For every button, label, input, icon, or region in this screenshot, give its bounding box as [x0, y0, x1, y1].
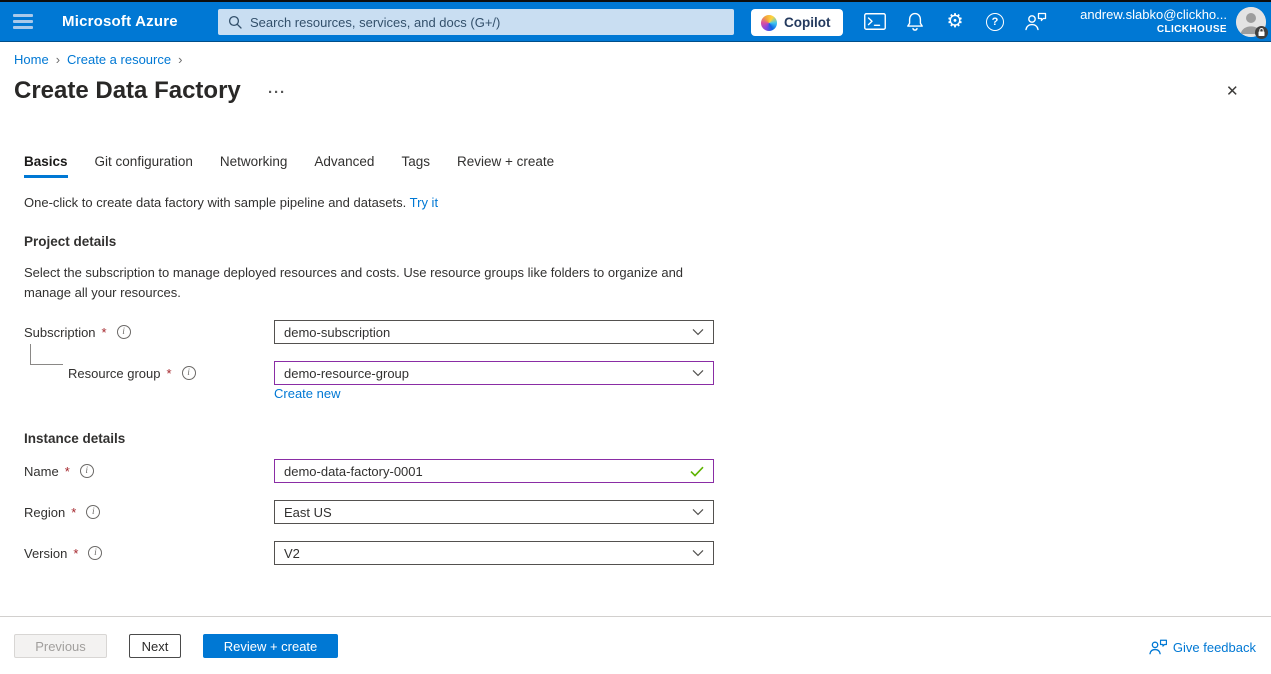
required-marker: *	[167, 366, 172, 381]
tab-git-configuration[interactable]: Git configuration	[95, 154, 193, 178]
breadcrumb-home[interactable]: Home	[14, 52, 49, 67]
resource-group-label: Resource group*	[68, 361, 196, 385]
info-icon[interactable]	[182, 366, 196, 380]
account-info[interactable]: andrew.slabko@clickho... CLICKHOUSE	[1080, 6, 1227, 36]
lock-icon	[1255, 26, 1268, 39]
copilot-label: Copilot	[784, 15, 831, 30]
give-feedback-link[interactable]: Give feedback	[1148, 639, 1256, 655]
copilot-icon	[761, 15, 777, 31]
tab-basics[interactable]: Basics	[24, 154, 68, 178]
azure-portal-window: Microsoft Azure Copilot	[0, 0, 1271, 674]
info-icon[interactable]	[86, 505, 100, 519]
breadcrumb-create-a-resource[interactable]: Create a resource	[67, 52, 171, 67]
copilot-button[interactable]: Copilot	[751, 9, 843, 36]
tab-review-create[interactable]: Review + create	[457, 154, 554, 178]
resource-group-dropdown[interactable]: demo-resource-group	[274, 361, 714, 385]
info-icon[interactable]	[117, 325, 131, 339]
chevron-down-icon	[692, 369, 704, 377]
instance-details-heading: Instance details	[24, 431, 125, 446]
chevron-right-icon	[178, 52, 182, 67]
account-email: andrew.slabko@clickho...	[1080, 6, 1227, 23]
required-marker: *	[102, 325, 107, 340]
version-label: Version*	[24, 541, 102, 565]
chevron-right-icon	[56, 52, 60, 67]
top-bar: Microsoft Azure Copilot	[0, 0, 1271, 42]
name-label: Name*	[24, 459, 94, 483]
more-options-icon[interactable]	[268, 84, 286, 101]
close-icon[interactable]	[1226, 82, 1239, 100]
feedback-icon[interactable]	[1015, 2, 1055, 41]
tab-tags[interactable]: Tags	[401, 154, 430, 178]
notice-text: One-click to create data factory with sa…	[24, 195, 406, 210]
try-it-link[interactable]: Try it	[410, 195, 438, 210]
project-details-heading: Project details	[24, 234, 116, 249]
breadcrumb: Home Create a resource	[14, 52, 182, 67]
required-marker: *	[73, 546, 78, 561]
search-input[interactable]	[250, 15, 724, 30]
required-marker: *	[65, 464, 70, 479]
create-new-link[interactable]: Create new	[274, 386, 340, 401]
give-feedback-label: Give feedback	[1173, 640, 1256, 655]
global-search[interactable]	[218, 9, 734, 35]
region-dropdown[interactable]: East US	[274, 500, 714, 524]
tab-bar: Basics Git configuration Networking Adva…	[24, 154, 554, 178]
brand-title[interactable]: Microsoft Azure	[62, 2, 178, 41]
next-button[interactable]: Next	[129, 634, 181, 658]
help-icon[interactable]	[975, 2, 1015, 41]
field-connector-line	[30, 344, 63, 365]
account-directory: CLICKHOUSE	[1080, 23, 1227, 36]
top-bar-icons: ⚙	[855, 2, 1055, 41]
wizard-footer: Previous Next Review + create Give feedb…	[0, 616, 1271, 674]
tab-networking[interactable]: Networking	[220, 154, 288, 178]
subscription-dropdown[interactable]: demo-subscription	[274, 320, 714, 344]
required-marker: *	[71, 505, 76, 520]
chevron-down-icon	[692, 328, 704, 336]
subscription-label: Subscription*	[24, 320, 131, 344]
project-details-description: Select the subscription to manage deploy…	[24, 263, 684, 302]
menu-icon[interactable]	[0, 2, 46, 41]
name-input[interactable]: demo-data-factory-0001	[274, 459, 714, 483]
settings-icon[interactable]: ⚙	[935, 2, 975, 41]
one-click-notice: One-click to create data factory with sa…	[24, 195, 438, 210]
info-icon[interactable]	[80, 464, 94, 478]
search-icon	[228, 15, 242, 29]
version-dropdown[interactable]: V2	[274, 541, 714, 565]
valid-check-icon	[690, 466, 704, 477]
notifications-icon[interactable]	[895, 2, 935, 41]
avatar[interactable]	[1236, 7, 1266, 37]
previous-button[interactable]: Previous	[14, 634, 107, 658]
cloud-shell-icon[interactable]	[855, 2, 895, 41]
chevron-down-icon	[692, 508, 704, 516]
page-title: Create Data Factory	[14, 77, 241, 105]
chevron-down-icon	[692, 549, 704, 557]
info-icon[interactable]	[88, 546, 102, 560]
region-label: Region*	[24, 500, 100, 524]
review-create-button[interactable]: Review + create	[203, 634, 338, 658]
feedback-icon	[1148, 639, 1168, 655]
tab-advanced[interactable]: Advanced	[314, 154, 374, 178]
